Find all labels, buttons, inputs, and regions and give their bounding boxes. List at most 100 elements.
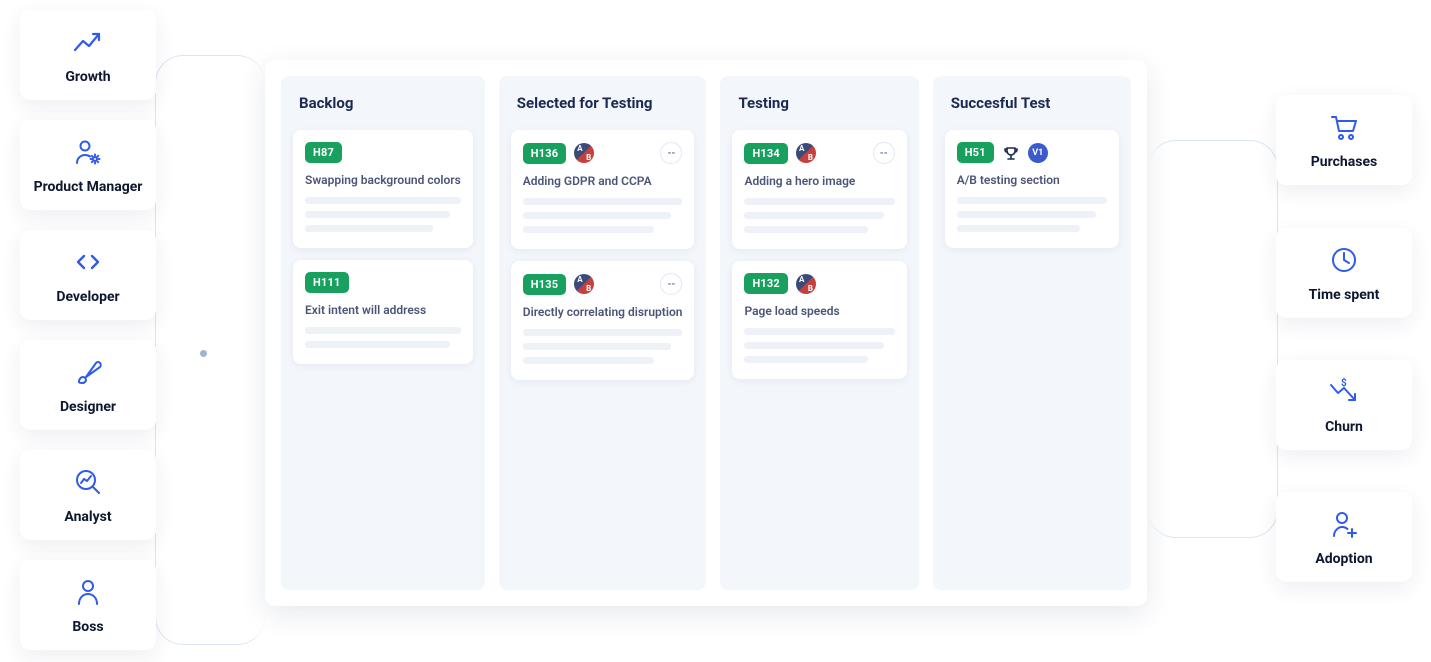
card-placeholder (305, 197, 461, 232)
card-title: Exit intent will address (305, 303, 461, 317)
card-placeholder (523, 329, 683, 364)
placeholder-line (523, 329, 683, 336)
card-placeholder (744, 328, 894, 363)
right-connector (1148, 140, 1278, 538)
placeholder-line (744, 198, 894, 205)
variant-badge: V1 (1028, 143, 1048, 163)
card-tag: H136 (523, 143, 567, 164)
placeholder-line (523, 357, 654, 364)
placeholder-line (523, 198, 683, 205)
card-title: A/B testing section (957, 173, 1107, 187)
metric-adoption[interactable]: Adoption (1276, 492, 1412, 582)
status-pill: -- (660, 273, 682, 295)
board-card[interactable]: H51 V1 A/B testing section (945, 130, 1119, 248)
placeholder-line (305, 327, 461, 334)
role-label: Growth (65, 69, 110, 85)
metric-time-spent[interactable]: Time spent (1276, 228, 1412, 318)
metric-purchases[interactable]: Purchases (1276, 95, 1412, 185)
card-placeholder (957, 197, 1107, 232)
card-header: H136-- (523, 142, 683, 164)
board-card[interactable]: H87 Swapping background colors (293, 130, 473, 248)
card-tag: H132 (744, 273, 788, 294)
churn-icon: $ (1327, 375, 1361, 409)
card-placeholder (744, 198, 894, 233)
role-label: Analyst (64, 509, 111, 525)
card-header: H132 (744, 273, 894, 294)
card-header: H111 (305, 272, 461, 293)
card-tag: H135 (523, 274, 567, 295)
trophy-icon (1002, 144, 1020, 162)
card-tag: H87 (305, 142, 342, 163)
role-analyst[interactable]: Analyst (20, 450, 156, 540)
column-title: Selected for Testing (511, 90, 695, 118)
svg-text:$: $ (1341, 377, 1347, 389)
card-placeholder (523, 198, 683, 233)
board-card[interactable]: H111 Exit intent will address (293, 260, 473, 364)
status-pill: -- (873, 142, 895, 164)
card-title: Page load speeds (744, 304, 894, 318)
card-tag: H111 (305, 272, 349, 293)
card-title: Adding a hero image (744, 174, 894, 188)
placeholder-line (744, 342, 884, 349)
card-placeholder (305, 327, 461, 348)
card-header: H135 -- (523, 273, 683, 295)
placeholder-line (957, 197, 1107, 204)
role-designer[interactable]: Designer (20, 340, 156, 430)
column-title: Testing (732, 90, 906, 118)
kanban-board: Backlog H87 Swapping background colors H111… (265, 60, 1147, 606)
board-column: Testing H134 -- Adding a hero image H132 Page… (720, 76, 918, 590)
role-product-manager[interactable]: Product Manager (20, 120, 156, 210)
metric-label: Churn (1325, 419, 1363, 435)
placeholder-line (305, 197, 461, 204)
board-card[interactable]: H132 Page load speeds (732, 261, 906, 379)
placeholder-line (305, 211, 450, 218)
ab-test-icon (574, 143, 594, 163)
card-header: H87 (305, 142, 461, 163)
board-card[interactable]: H135 -- Directly correlating disruption (511, 261, 695, 380)
placeholder-line (744, 328, 894, 335)
metric-churn[interactable]: $ Churn (1276, 360, 1412, 450)
card-tag: H134 (744, 143, 788, 164)
left-connector-dot (200, 350, 207, 357)
clock-icon (1327, 243, 1361, 277)
analyst-icon (71, 465, 105, 499)
placeholder-line (305, 225, 433, 232)
board-card[interactable]: H134 -- Adding a hero image (732, 130, 906, 249)
card-header: H51 V1 (957, 142, 1107, 163)
card-title: Directly correlating disruption (523, 305, 683, 319)
ab-test-icon (796, 143, 816, 163)
placeholder-line (744, 212, 884, 219)
role-label: Designer (60, 399, 116, 415)
metric-label: Purchases (1311, 154, 1377, 170)
placeholder-line (744, 356, 867, 363)
dev-icon (71, 245, 105, 279)
placeholder-line (523, 226, 654, 233)
role-label: Product Manager (34, 179, 143, 195)
metric-label: Adoption (1315, 551, 1372, 567)
board-card[interactable]: H136-- Adding GDPR and CCPA (511, 130, 695, 249)
designer-icon (71, 355, 105, 389)
ab-test-icon (574, 274, 594, 294)
placeholder-line (957, 211, 1097, 218)
ab-test-icon (796, 274, 816, 294)
board-column: Selected for TestingH136--Adding GDPR an… (499, 76, 707, 590)
role-label: Developer (56, 289, 119, 305)
role-developer[interactable]: Developer (20, 230, 156, 320)
pm-icon (71, 135, 105, 169)
board-column: Succesful Test H51 V1 A/B testing section (933, 76, 1131, 590)
role-growth[interactable]: Growth (20, 10, 156, 100)
card-title: Swapping background colors (305, 173, 461, 187)
placeholder-line (523, 343, 671, 350)
placeholder-line (523, 212, 671, 219)
placeholder-line (744, 226, 867, 233)
card-title: Adding GDPR and CCPA (523, 174, 683, 188)
role-label: Boss (72, 619, 103, 635)
growth-icon (71, 25, 105, 59)
column-title: Backlog (293, 90, 473, 118)
left-connector (155, 55, 265, 645)
boss-icon (71, 575, 105, 609)
card-header: H134 -- (744, 142, 894, 164)
role-boss[interactable]: Boss (20, 560, 156, 650)
card-tag: H51 (957, 142, 994, 163)
column-title: Succesful Test (945, 90, 1119, 118)
